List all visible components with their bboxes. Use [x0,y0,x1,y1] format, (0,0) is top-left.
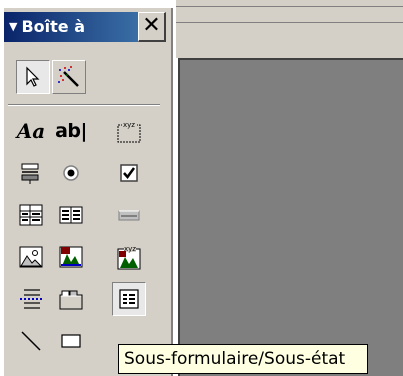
combo-box-icon [19,204,43,226]
close-button[interactable]: ✕ [138,12,166,42]
label-tool[interactable]: Aa [14,114,48,148]
line-tool[interactable] [14,324,48,358]
radio-button-icon [63,165,79,181]
close-icon: ✕ [142,13,161,38]
combo-box-tool[interactable] [14,198,48,232]
toggle-button-icon [21,163,39,184]
list-box-icon [59,206,83,224]
select-objects-tool[interactable] [16,60,50,94]
toolbox-separator [8,104,160,106]
label-icon: Aa [16,119,46,143]
rectangle-tool[interactable] [54,324,88,358]
tooltip: Sous-formulaire/Sous-état [118,344,368,374]
textbox-icon: ab| [55,120,87,142]
tab-control-icon [59,290,83,310]
textbox-tool[interactable]: ab| [54,114,88,148]
unbound-object-frame-tool[interactable] [54,240,88,274]
option-group-text: xyz [123,121,135,129]
control-wizards-tool[interactable] [52,60,86,94]
ruler-line [176,6,403,7]
toolbox-titlebar[interactable]: ▼ Boîte à [4,12,138,42]
bound-object-icon: xyz [117,245,141,270]
subform-icon [119,289,139,309]
option-group-tool[interactable]: xyz [112,114,146,148]
unbound-object-icon [59,246,83,268]
rectangle-icon [61,334,81,348]
list-box-tool[interactable] [54,198,88,232]
option-button-tool[interactable] [54,156,88,190]
command-button-icon [118,210,140,221]
pointer-icon [26,66,40,87]
checkbox-tool[interactable] [112,156,146,190]
image-icon [19,246,43,268]
toggle-button-tool[interactable] [14,156,48,190]
image-tool[interactable] [14,240,48,274]
page-break-icon [20,289,42,309]
form-design-area[interactable] [178,58,403,376]
line-icon [21,331,41,351]
checkbox-icon [120,164,138,182]
dropdown-arrow-icon[interactable]: ▼ [9,12,17,42]
command-button-tool[interactable] [112,198,146,232]
magic-wand-icon [58,66,79,87]
option-group-icon: xyz [117,120,141,143]
page-break-tool[interactable] [14,282,48,316]
form-header-strip [175,0,403,58]
tab-control-tool[interactable] [54,282,88,316]
subform-subreport-tool[interactable] [112,282,146,316]
bound-object-frame-tool[interactable]: xyz [112,240,146,274]
ruler-line [176,22,403,23]
toolbox-title: Boîte à [21,17,86,36]
